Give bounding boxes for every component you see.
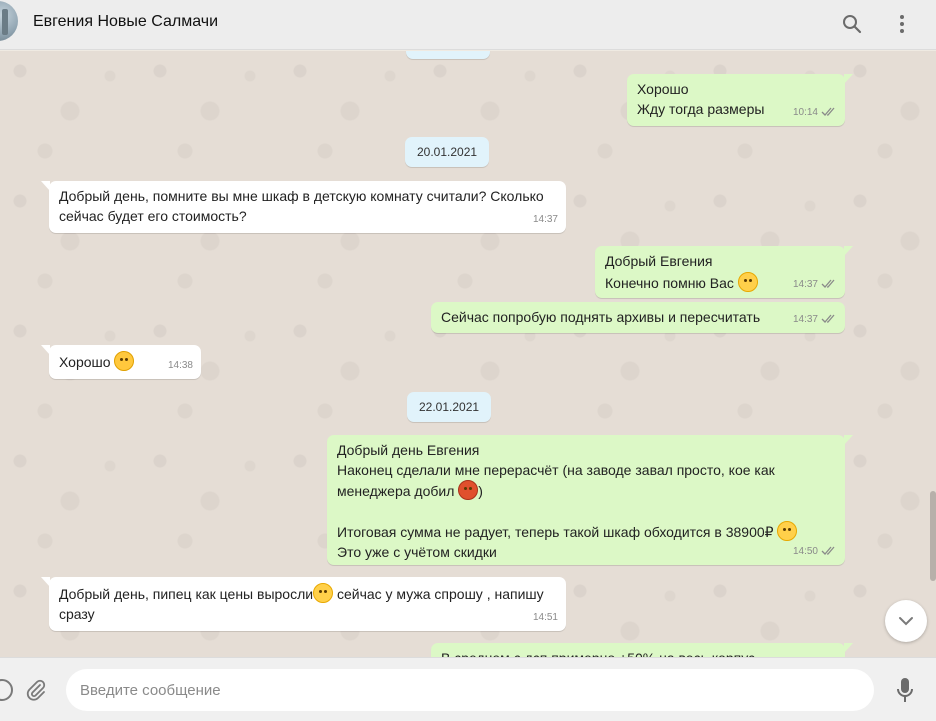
message-text: В среднем с дсп примерно +50% на весь ко…	[441, 649, 835, 657]
message-line: Это уже с учётом скидки	[337, 543, 497, 560]
contact-name[interactable]: Евгения Новые Салмачи	[33, 13, 218, 31]
message-text: менеджера добил	[337, 483, 455, 499]
message-meta: 14:37	[533, 210, 558, 230]
search-button[interactable]	[834, 6, 870, 42]
message-time: 14:38	[167, 359, 193, 371]
message-incoming[interactable]: Добрый день, помните вы мне шкаф в детск…	[41, 181, 566, 233]
read-ticks-icon	[821, 279, 835, 289]
search-icon	[843, 15, 862, 34]
chat-header: Евгения Новые Салмачи	[0, 0, 936, 50]
menu-button[interactable]	[884, 6, 920, 42]
message-time: 10:14	[792, 106, 818, 118]
voice-message-button[interactable]	[889, 674, 921, 706]
message-text: )	[478, 483, 483, 499]
message-text: Итоговая сумма не радует, теперь такой ш…	[337, 524, 774, 540]
message-outgoing[interactable]: Хорошо Жду тогда размеры 10:14	[627, 74, 853, 126]
read-ticks-icon	[821, 314, 835, 324]
message-time: 14:51	[532, 611, 558, 623]
scroll-to-bottom-button[interactable]	[885, 600, 927, 642]
message-outgoing[interactable]: Добрый день Евгения Наконец сделали мне …	[327, 435, 853, 565]
message-meta: 14:38	[168, 356, 193, 376]
message-line-with-emoji: менеджера добил )	[337, 480, 835, 502]
read-ticks-icon	[821, 546, 835, 556]
message-incoming[interactable]: Добрый день, пипец как цены выросли сейч…	[41, 577, 566, 631]
microphone-icon	[897, 678, 913, 702]
message-text: Сейчас попробую поднять архивы и пересчи…	[441, 309, 761, 325]
emoji-button[interactable]	[0, 674, 18, 706]
message-text: Добрый день, пипец как цены выросли	[59, 586, 314, 602]
message-text: Добрый день, помните вы мне шкаф в детск…	[59, 188, 544, 224]
menu-icon	[900, 15, 904, 33]
date-chip: 22.01.2021	[407, 392, 492, 422]
message-outgoing[interactable]: Добрый Евгения Конечно помню Вас 14:37	[595, 246, 853, 298]
message-meta: 14:51	[533, 608, 558, 628]
frowning-face-emoji-icon	[777, 521, 798, 541]
message-time: 14:37	[532, 213, 558, 225]
message-line-with-emoji: Итоговая сумма не радует, теперь такой ш…	[337, 521, 835, 543]
message-line: Добрый Евгения	[605, 253, 713, 269]
composer	[0, 657, 936, 721]
message-time: 14:37	[792, 278, 818, 290]
message-meta: 14:37	[793, 310, 837, 330]
contact-avatar[interactable]	[0, 1, 18, 41]
date-chip-partial	[406, 51, 490, 59]
angry-face-emoji-icon	[458, 480, 479, 500]
scrollbar[interactable]	[930, 491, 936, 581]
message-line-with-emoji: Добрый день, пипец как цены выросли сейч…	[59, 583, 556, 605]
smiling-face-emoji-icon	[737, 271, 758, 292]
message-text: Конечно помню Вас	[605, 274, 734, 291]
grinning-sweat-face-emoji-icon	[313, 583, 334, 603]
message-text: сейчас у мужа спрошу , напишу	[333, 586, 544, 602]
message-time: 14:50	[792, 545, 818, 557]
message-text: Хорошо	[59, 354, 111, 370]
message-outgoing-partial[interactable]: В среднем с дсп примерно +50% на весь ко…	[431, 643, 853, 657]
date-chip: 20.01.2021	[405, 137, 490, 167]
message-line: Добрый день Евгения	[337, 442, 480, 458]
emoji-icon	[0, 679, 13, 701]
message-line: сразу	[59, 605, 95, 622]
message-incoming[interactable]: Хорошо 14:38	[41, 345, 201, 379]
message-line: Наконец сделали мне перерасчёт (на завод…	[337, 461, 775, 478]
hugging-face-emoji-icon	[114, 351, 135, 371]
paperclip-icon	[26, 679, 46, 701]
message-time: 14:37	[792, 313, 818, 325]
message-outgoing[interactable]: Сейчас попробую поднять архивы и пересчи…	[431, 302, 845, 333]
chevron-down-icon	[899, 617, 913, 626]
message-input[interactable]	[66, 669, 874, 711]
message-meta: 10:14	[793, 103, 837, 123]
attach-button[interactable]	[20, 674, 52, 706]
message-meta: 14:37	[793, 275, 837, 295]
message-meta: 14:50	[793, 542, 837, 562]
message-list[interactable]: Хорошо Жду тогда размеры 10:14 20.01.202…	[0, 51, 936, 657]
read-ticks-icon	[821, 107, 835, 117]
